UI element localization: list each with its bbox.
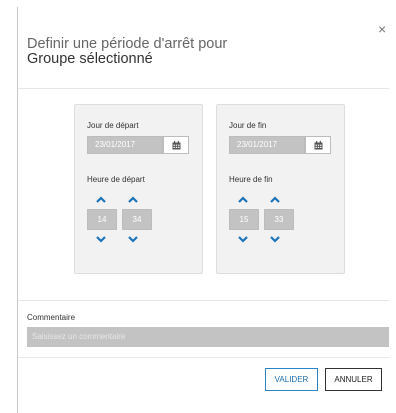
start-minute-down-chevron-icon[interactable] [126, 234, 140, 244]
end-hour-down-chevron-icon[interactable] [236, 234, 250, 244]
comment-input[interactable]: Saisissez un commentaire [27, 327, 389, 347]
end-time-separator: : [261, 215, 264, 224]
dialog-title: Definir une période d'arrêt pour [27, 36, 228, 52]
start-date-label: Jour de départ [87, 121, 139, 130]
start-time-label: Heure de départ [87, 175, 145, 184]
dialog-left-edge [17, 7, 18, 413]
start-panel: Jour de départ 23/01/2017 Heure de dépar… [74, 104, 203, 274]
comment-label: Commentaire [27, 313, 76, 322]
start-time-separator: : [119, 215, 122, 224]
start-minute-up-chevron-icon[interactable] [126, 195, 140, 205]
end-calendar-button[interactable] [305, 136, 331, 154]
end-panel: Jour de fin 23/01/2017 Heure de fin 15 :… [216, 104, 345, 274]
end-hour-input[interactable]: 15 [229, 209, 259, 230]
dialog-subtitle: Groupe sélectionné [27, 51, 153, 67]
start-date-input[interactable]: 23/01/2017 [87, 136, 163, 154]
start-hour-down-chevron-icon[interactable] [94, 234, 108, 244]
start-calendar-button[interactable] [163, 136, 189, 154]
end-minute-down-chevron-icon[interactable] [268, 234, 282, 244]
end-hour-up-chevron-icon[interactable] [236, 195, 250, 205]
validate-button[interactable]: VALIDER [265, 368, 318, 391]
end-time-label: Heure de fin [229, 175, 273, 184]
end-date-label: Jour de fin [229, 121, 267, 130]
close-icon[interactable]: × [378, 22, 386, 36]
body-divider [18, 300, 389, 301]
cancel-button[interactable]: ANNULER [325, 368, 382, 391]
end-date-input[interactable]: 23/01/2017 [229, 136, 305, 154]
start-hour-input[interactable]: 14 [87, 209, 117, 230]
end-minute-up-chevron-icon[interactable] [268, 195, 282, 205]
end-minute-input[interactable]: 33 [264, 209, 294, 230]
calendar-icon [314, 140, 322, 149]
calendar-icon [172, 140, 180, 149]
footer-divider [18, 357, 389, 358]
start-minute-input[interactable]: 34 [122, 209, 152, 230]
start-hour-up-chevron-icon[interactable] [94, 195, 108, 205]
header-divider [18, 88, 389, 89]
